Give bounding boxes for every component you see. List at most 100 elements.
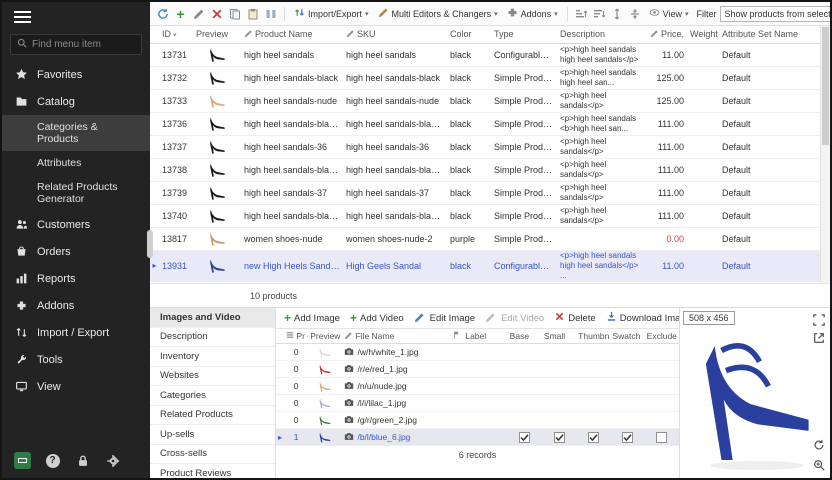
download-image-button[interactable]: Download Image (604, 310, 679, 326)
column-header-weight[interactable]: Weight (687, 26, 719, 43)
column-header-small[interactable]: Small (542, 329, 576, 344)
sidebar-item-addons[interactable]: Addons (2, 292, 150, 319)
thumbnail-checkbox[interactable] (588, 432, 599, 443)
scrollbar-thumb[interactable] (822, 27, 829, 145)
refresh-icon[interactable] (155, 6, 170, 21)
customers-icon (15, 218, 28, 231)
help-icon[interactable]: ? (44, 452, 61, 469)
sort-ascending-icon[interactable] (574, 6, 589, 21)
tab-images-and-video[interactable]: Images and Video (150, 308, 275, 328)
column-header-price[interactable]: Price, (647, 26, 687, 43)
columns-icon[interactable] (263, 6, 278, 21)
collapse-rows-icon[interactable] (628, 6, 643, 21)
table-row[interactable]: 13739high heel sandals-37high heel sanda… (150, 181, 820, 204)
image-row[interactable]: 0/l/i/lilac_1.jpg (276, 395, 679, 412)
swatch-checkbox[interactable] (622, 432, 633, 443)
zoom-icon[interactable] (811, 457, 826, 472)
sidebar-item-catalog[interactable]: Catalog (2, 88, 150, 115)
column-header-product-name[interactable]: Product Name (241, 26, 343, 43)
column-header-attribute-set-name[interactable]: Attribute Set Name (719, 26, 820, 43)
tab-description[interactable]: Description (150, 328, 275, 348)
table-row[interactable]: 13736high heel sandals-black-36high heel… (150, 112, 820, 135)
lock-icon[interactable] (74, 452, 91, 469)
column-menu-icon[interactable] (286, 331, 294, 341)
column-header-sku[interactable]: SKU (343, 26, 447, 43)
copy-icon[interactable] (227, 6, 242, 21)
small-checkbox[interactable] (554, 432, 565, 443)
cell-sku: high heel sandals-black (343, 66, 447, 89)
addons-button[interactable]: Addons ▾ (504, 5, 561, 22)
column-header-file[interactable]: File Name (342, 329, 451, 344)
category-filter-select[interactable]: Show products from selected categories ▾ (720, 6, 830, 22)
column-header-description[interactable]: Description (557, 26, 647, 43)
search-input[interactable] (32, 39, 135, 50)
image-row[interactable]: ▸1/b/l/blue_6.jpg (276, 429, 679, 446)
table-row[interactable]: 13740high heel sandals-black-38high heel… (150, 204, 820, 227)
column-header-id[interactable]: ID▾ (159, 26, 193, 43)
sort-descending-icon[interactable] (592, 6, 607, 21)
settings-icon[interactable] (104, 452, 121, 469)
sidebar-item-favorites[interactable]: Favorites (2, 61, 150, 88)
paste-icon[interactable] (245, 6, 260, 21)
expand-rows-icon[interactable] (610, 6, 625, 21)
panel-splitter-handle[interactable] (147, 230, 153, 258)
edit-image-button[interactable]: Edit Image (412, 311, 477, 326)
add-video-button[interactable]: +Add Video (348, 310, 406, 326)
store-manager-icon[interactable] (14, 452, 31, 469)
delete-icon[interactable] (209, 6, 224, 21)
image-row[interactable]: 0/g/r/green_2.jpg (276, 412, 679, 429)
fullscreen-icon[interactable] (811, 312, 826, 327)
base-checkbox[interactable] (519, 432, 530, 443)
add-icon[interactable]: + (173, 6, 188, 21)
tab-up-sells[interactable]: Up-sells (150, 425, 275, 445)
column-header-flag[interactable] (451, 329, 463, 344)
column-header-label[interactable]: Label (463, 329, 507, 344)
tab-product-reviews[interactable]: Product Reviews (150, 464, 275, 478)
column-header-thumbna[interactable]: Thumbna (576, 329, 610, 344)
sidebar-item-reports[interactable]: Reports (2, 265, 150, 292)
table-row[interactable]: 13731high heel sandalshigh heel sandalsb… (150, 43, 820, 66)
tab-cross-sells[interactable]: Cross-sells (150, 445, 275, 465)
exclude-checkbox[interactable] (656, 432, 667, 443)
sidebar-item-tools[interactable]: Tools (2, 346, 150, 373)
column-header-color[interactable]: Color (447, 26, 491, 43)
table-row[interactable]: 13733high heel sandals-nudehigh heel san… (150, 89, 820, 112)
sidebar-item-related-products-generator[interactable]: Related Products Generator (2, 175, 150, 211)
sidebar-item-customers[interactable]: Customers (2, 211, 150, 238)
sidebar-item-orders[interactable]: Orders (2, 238, 150, 265)
import-export-button[interactable]: Import/Export ▾ (291, 5, 372, 22)
column-header-pr[interactable]: Pr▾ (284, 329, 308, 344)
column-header-exclude[interactable]: Exclude (645, 329, 679, 344)
tab-inventory[interactable]: Inventory (150, 347, 275, 367)
open-external-icon[interactable] (811, 330, 826, 345)
column-header-preview[interactable]: Preview (193, 26, 241, 43)
column-header-preview[interactable]: Preview (308, 329, 342, 344)
edit-icon[interactable] (191, 6, 206, 21)
column-header-swatch[interactable]: Swatch (610, 329, 644, 344)
sidebar-item-attributes[interactable]: Attributes (2, 151, 150, 175)
multi-editors-button[interactable]: Multi Editors & Changers ▾ (375, 5, 501, 22)
view-button[interactable]: View ▾ (646, 5, 692, 22)
image-row[interactable]: 0/n/u/nude.jpg (276, 378, 679, 395)
table-row[interactable]: 13738high heel sandals-black-37high heel… (150, 158, 820, 181)
column-header-type[interactable]: Type (491, 26, 557, 43)
sidebar-item-view[interactable]: View (2, 373, 150, 400)
delete-button[interactable]: Delete (552, 310, 597, 326)
table-row[interactable]: 13817women shoes-nudewomen shoes-nude-2p… (150, 227, 820, 250)
tab-websites[interactable]: Websites (150, 367, 275, 387)
tab-categories[interactable]: Categories (150, 386, 275, 406)
table-row[interactable]: 13732high heel sandals-blackhigh heel sa… (150, 66, 820, 89)
rotate-icon[interactable] (811, 437, 826, 452)
column-header-base[interactable]: Base (508, 329, 542, 344)
products-scrollbar[interactable] (820, 26, 830, 283)
menu-icon[interactable] (2, 2, 150, 32)
add-image-button[interactable]: +Add Image (282, 310, 342, 326)
image-row[interactable]: 0/w/h/white_1.jpg (276, 344, 679, 361)
sidebar-search[interactable] (10, 34, 142, 55)
sidebar-item-categories-products[interactable]: Categories & Products (2, 115, 150, 151)
image-row[interactable]: 0/r/e/red_1.jpg (276, 361, 679, 378)
table-row[interactable]: ▸13931new High Heels SandalsHigh Geels S… (150, 250, 820, 281)
tab-related-products[interactable]: Related Products (150, 406, 275, 426)
table-row[interactable]: 13737high heel sandals-36high heel sanda… (150, 135, 820, 158)
sidebar-item-import-export[interactable]: Import / Export (2, 319, 150, 346)
